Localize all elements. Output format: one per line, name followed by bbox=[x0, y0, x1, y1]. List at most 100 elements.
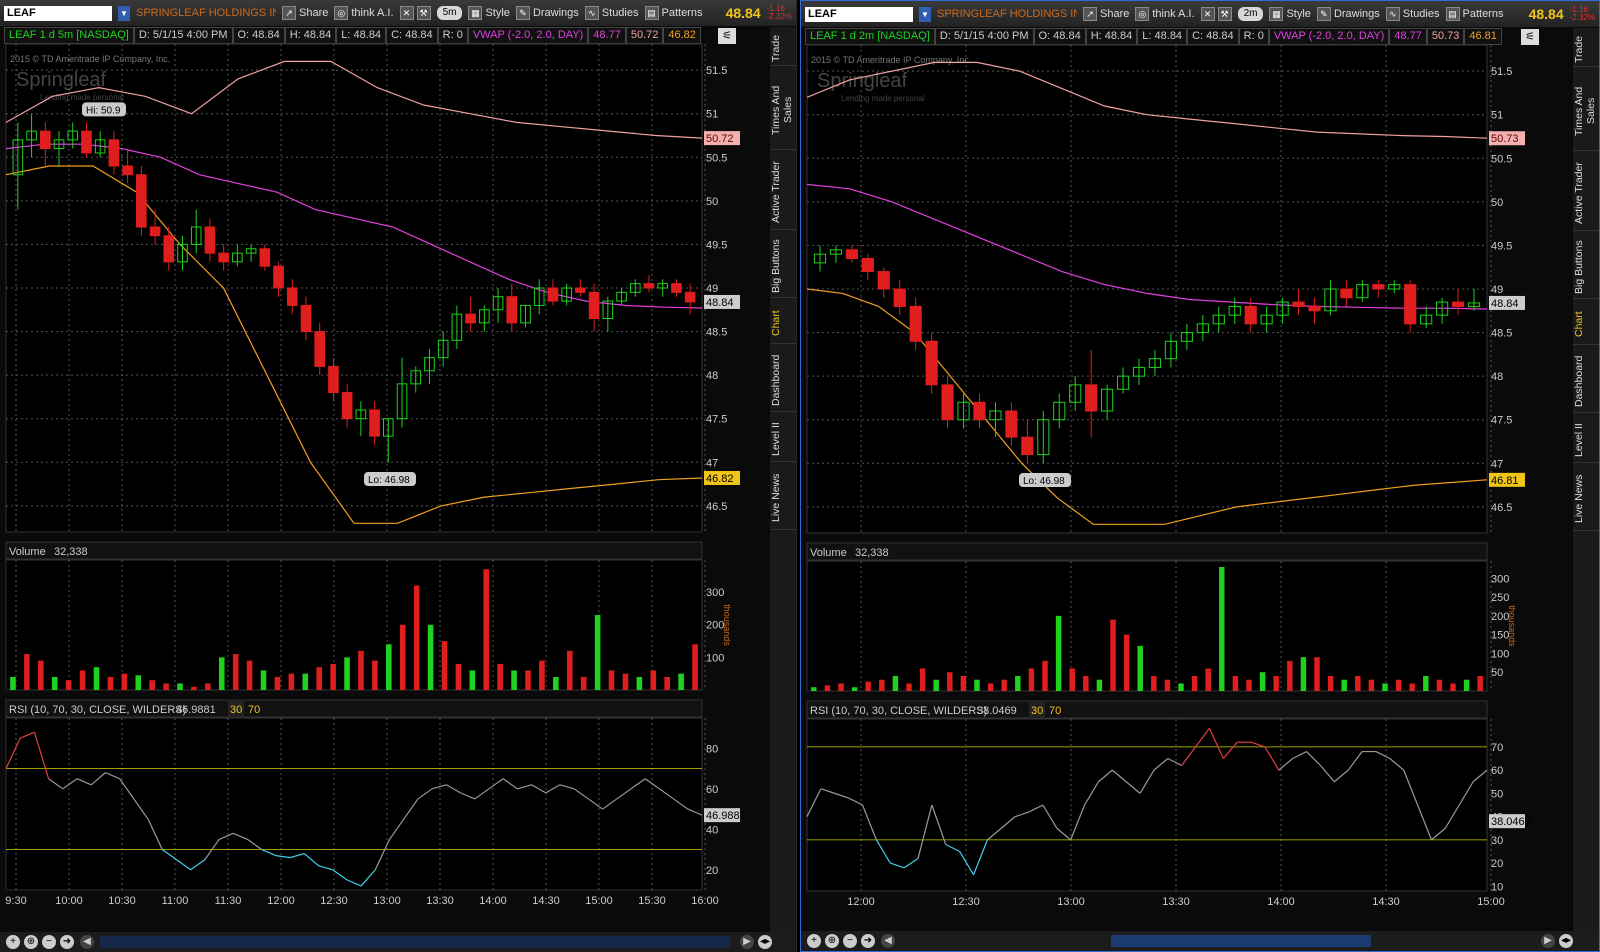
x-tick-label: 15:00 bbox=[1477, 896, 1505, 908]
zoom-in-icon[interactable]: + bbox=[807, 934, 821, 948]
think-ai-button[interactable]: ◎ think A.I. bbox=[1135, 7, 1195, 21]
zoom-out-icon[interactable]: − bbox=[843, 934, 857, 948]
candle-body bbox=[369, 409, 380, 437]
volume-bar bbox=[65, 680, 72, 690]
volume-bar bbox=[906, 683, 912, 691]
drawings-button[interactable]: ✎ Drawings bbox=[1316, 7, 1380, 21]
style-icon: ▦ bbox=[468, 6, 483, 20]
candle-body bbox=[1005, 410, 1018, 438]
candle-body bbox=[1292, 301, 1305, 307]
volume-bar bbox=[191, 686, 197, 690]
symbol-dropdown-icon[interactable]: ▼ bbox=[118, 5, 130, 21]
sidebar-tab-trade[interactable]: Trade bbox=[770, 31, 796, 66]
think-ai-button[interactable]: ◎ think A.I. bbox=[334, 6, 394, 20]
zoom-out-icon[interactable]: − bbox=[42, 935, 56, 949]
zoom-in-icon[interactable]: + bbox=[6, 935, 20, 949]
style-button[interactable]: ▦ Style bbox=[1269, 7, 1311, 21]
candle-body bbox=[259, 248, 271, 267]
candle-body bbox=[465, 313, 476, 324]
rsi-tick-label: 80 bbox=[706, 743, 718, 755]
expand-icon[interactable]: ◂▸ bbox=[758, 935, 772, 949]
volume-bar bbox=[824, 685, 831, 691]
sidebar-tab-live-news[interactable]: Live News bbox=[770, 467, 796, 530]
symbol-input[interactable]: LEAF bbox=[4, 5, 112, 21]
scroll-right-icon[interactable]: ➜ bbox=[861, 934, 875, 948]
candle-body bbox=[39, 130, 51, 150]
scroll-right-icon[interactable]: ➜ bbox=[60, 935, 74, 949]
sidebar-tab-chart[interactable]: Chart bbox=[770, 303, 796, 344]
sidebar-tab-times-and-sales[interactable]: Times And Sales bbox=[1573, 72, 1599, 151]
sidebar-tab-active-trader[interactable]: Active Trader bbox=[770, 155, 796, 230]
symbol-dropdown-icon[interactable]: ▼ bbox=[919, 6, 931, 22]
copyright-text: 2015 © TD Ameritrade IP Company, Inc. bbox=[10, 54, 170, 64]
y-tick-label: 49.5 bbox=[1491, 240, 1512, 252]
zoom-fit-icon[interactable]: ⊕ bbox=[825, 934, 839, 948]
share-button[interactable]: ↗ Share bbox=[282, 6, 328, 20]
y-tick-label: 50 bbox=[1491, 197, 1503, 209]
horizontal-scrollbar[interactable] bbox=[100, 936, 730, 948]
scroll-left-icon[interactable]: ◀ bbox=[881, 934, 895, 948]
volume-tick-label: 50 bbox=[1491, 667, 1503, 679]
volume-bar bbox=[246, 660, 253, 690]
candle-body bbox=[643, 283, 655, 289]
sidebar-tab-chart[interactable]: Chart bbox=[1573, 304, 1599, 345]
drawings-button[interactable]: ✎ Drawings bbox=[515, 6, 579, 20]
expand-icon[interactable]: ◂▸ bbox=[1559, 934, 1573, 948]
sidebar-tab-times-and-sales[interactable]: Times And Sales bbox=[770, 71, 796, 150]
studies-icon: ∿ bbox=[1385, 7, 1400, 21]
volume-bar bbox=[288, 673, 295, 690]
patterns-button[interactable]: ▤ Patterns bbox=[644, 6, 702, 20]
candle-body bbox=[941, 384, 954, 421]
candle-body bbox=[925, 340, 938, 386]
scroll-end-icon[interactable]: ▶ bbox=[740, 935, 754, 949]
volume-bar bbox=[933, 679, 939, 691]
tools-button[interactable]: ✕ ⚒ bbox=[399, 6, 431, 20]
volume-bar bbox=[1083, 675, 1089, 691]
low-label: Lo: 46.98 bbox=[1023, 476, 1065, 487]
volume-bar bbox=[608, 670, 615, 690]
scroll-end-icon[interactable]: ▶ bbox=[1541, 934, 1555, 948]
studies-icon: ∿ bbox=[584, 6, 599, 20]
studies-button[interactable]: ∿ Studies bbox=[584, 6, 639, 20]
volume-bar bbox=[566, 650, 573, 690]
volume-bar bbox=[1355, 675, 1361, 691]
timeframe-button[interactable]: 5m bbox=[436, 6, 463, 20]
lower-band-badge: 46.81 bbox=[1491, 475, 1519, 487]
volume-plot-area bbox=[806, 560, 1488, 692]
sidebar-tab-level-ii[interactable]: Level II bbox=[1573, 418, 1599, 463]
horizontal-scrollbar[interactable] bbox=[1111, 935, 1371, 947]
sidebar-tab-dashboard[interactable]: Dashboard bbox=[1573, 350, 1599, 413]
style-button[interactable]: ▦ Style bbox=[468, 6, 510, 20]
sidebar-tab-big-buttons[interactable]: Big Buttons bbox=[770, 235, 796, 298]
share-button[interactable]: ↗ Share bbox=[1083, 7, 1129, 21]
sidebar-tab-active-trader[interactable]: Active Trader bbox=[1573, 156, 1599, 231]
wrench-icon: ⚒ bbox=[416, 6, 431, 20]
tools-button[interactable]: ✕ ⚒ bbox=[1200, 7, 1232, 21]
sidebar-tab-live-news[interactable]: Live News bbox=[1573, 468, 1599, 531]
sidebar-tab-level-ii[interactable]: Level II bbox=[770, 417, 796, 462]
candle-body bbox=[684, 291, 696, 303]
rsi-value: 46.9881 bbox=[176, 704, 216, 716]
sidebar-tab-dashboard[interactable]: Dashboard bbox=[770, 349, 796, 412]
timeframe-button[interactable]: 2m bbox=[1237, 7, 1264, 21]
sidebar-tab-trade[interactable]: Trade bbox=[1573, 32, 1599, 67]
symbol-input[interactable]: LEAF bbox=[805, 6, 913, 22]
volume-bar bbox=[947, 672, 953, 691]
last-price: 48.84 bbox=[725, 5, 761, 21]
volume-bar bbox=[1191, 675, 1198, 691]
volume-bar bbox=[1137, 645, 1143, 691]
volume-bar bbox=[497, 663, 503, 690]
scroll-left-icon[interactable]: ◀ bbox=[80, 935, 94, 949]
volume-bar bbox=[1205, 668, 1211, 691]
sidebar-tab-big-buttons[interactable]: Big Buttons bbox=[1573, 236, 1599, 299]
volume-bar bbox=[1232, 675, 1239, 691]
zoom-fit-icon[interactable]: ⊕ bbox=[24, 935, 38, 949]
studies-button[interactable]: ∿ Studies bbox=[1385, 7, 1440, 21]
volume-bar bbox=[1055, 615, 1062, 691]
candle-body bbox=[1340, 288, 1353, 299]
volume-bar bbox=[358, 650, 364, 690]
candle-body bbox=[108, 139, 120, 167]
patterns-button[interactable]: ▤ Patterns bbox=[1445, 7, 1503, 21]
rsi-tick-label: 10 bbox=[1491, 881, 1503, 893]
drawings-icon: ✎ bbox=[1316, 7, 1331, 21]
